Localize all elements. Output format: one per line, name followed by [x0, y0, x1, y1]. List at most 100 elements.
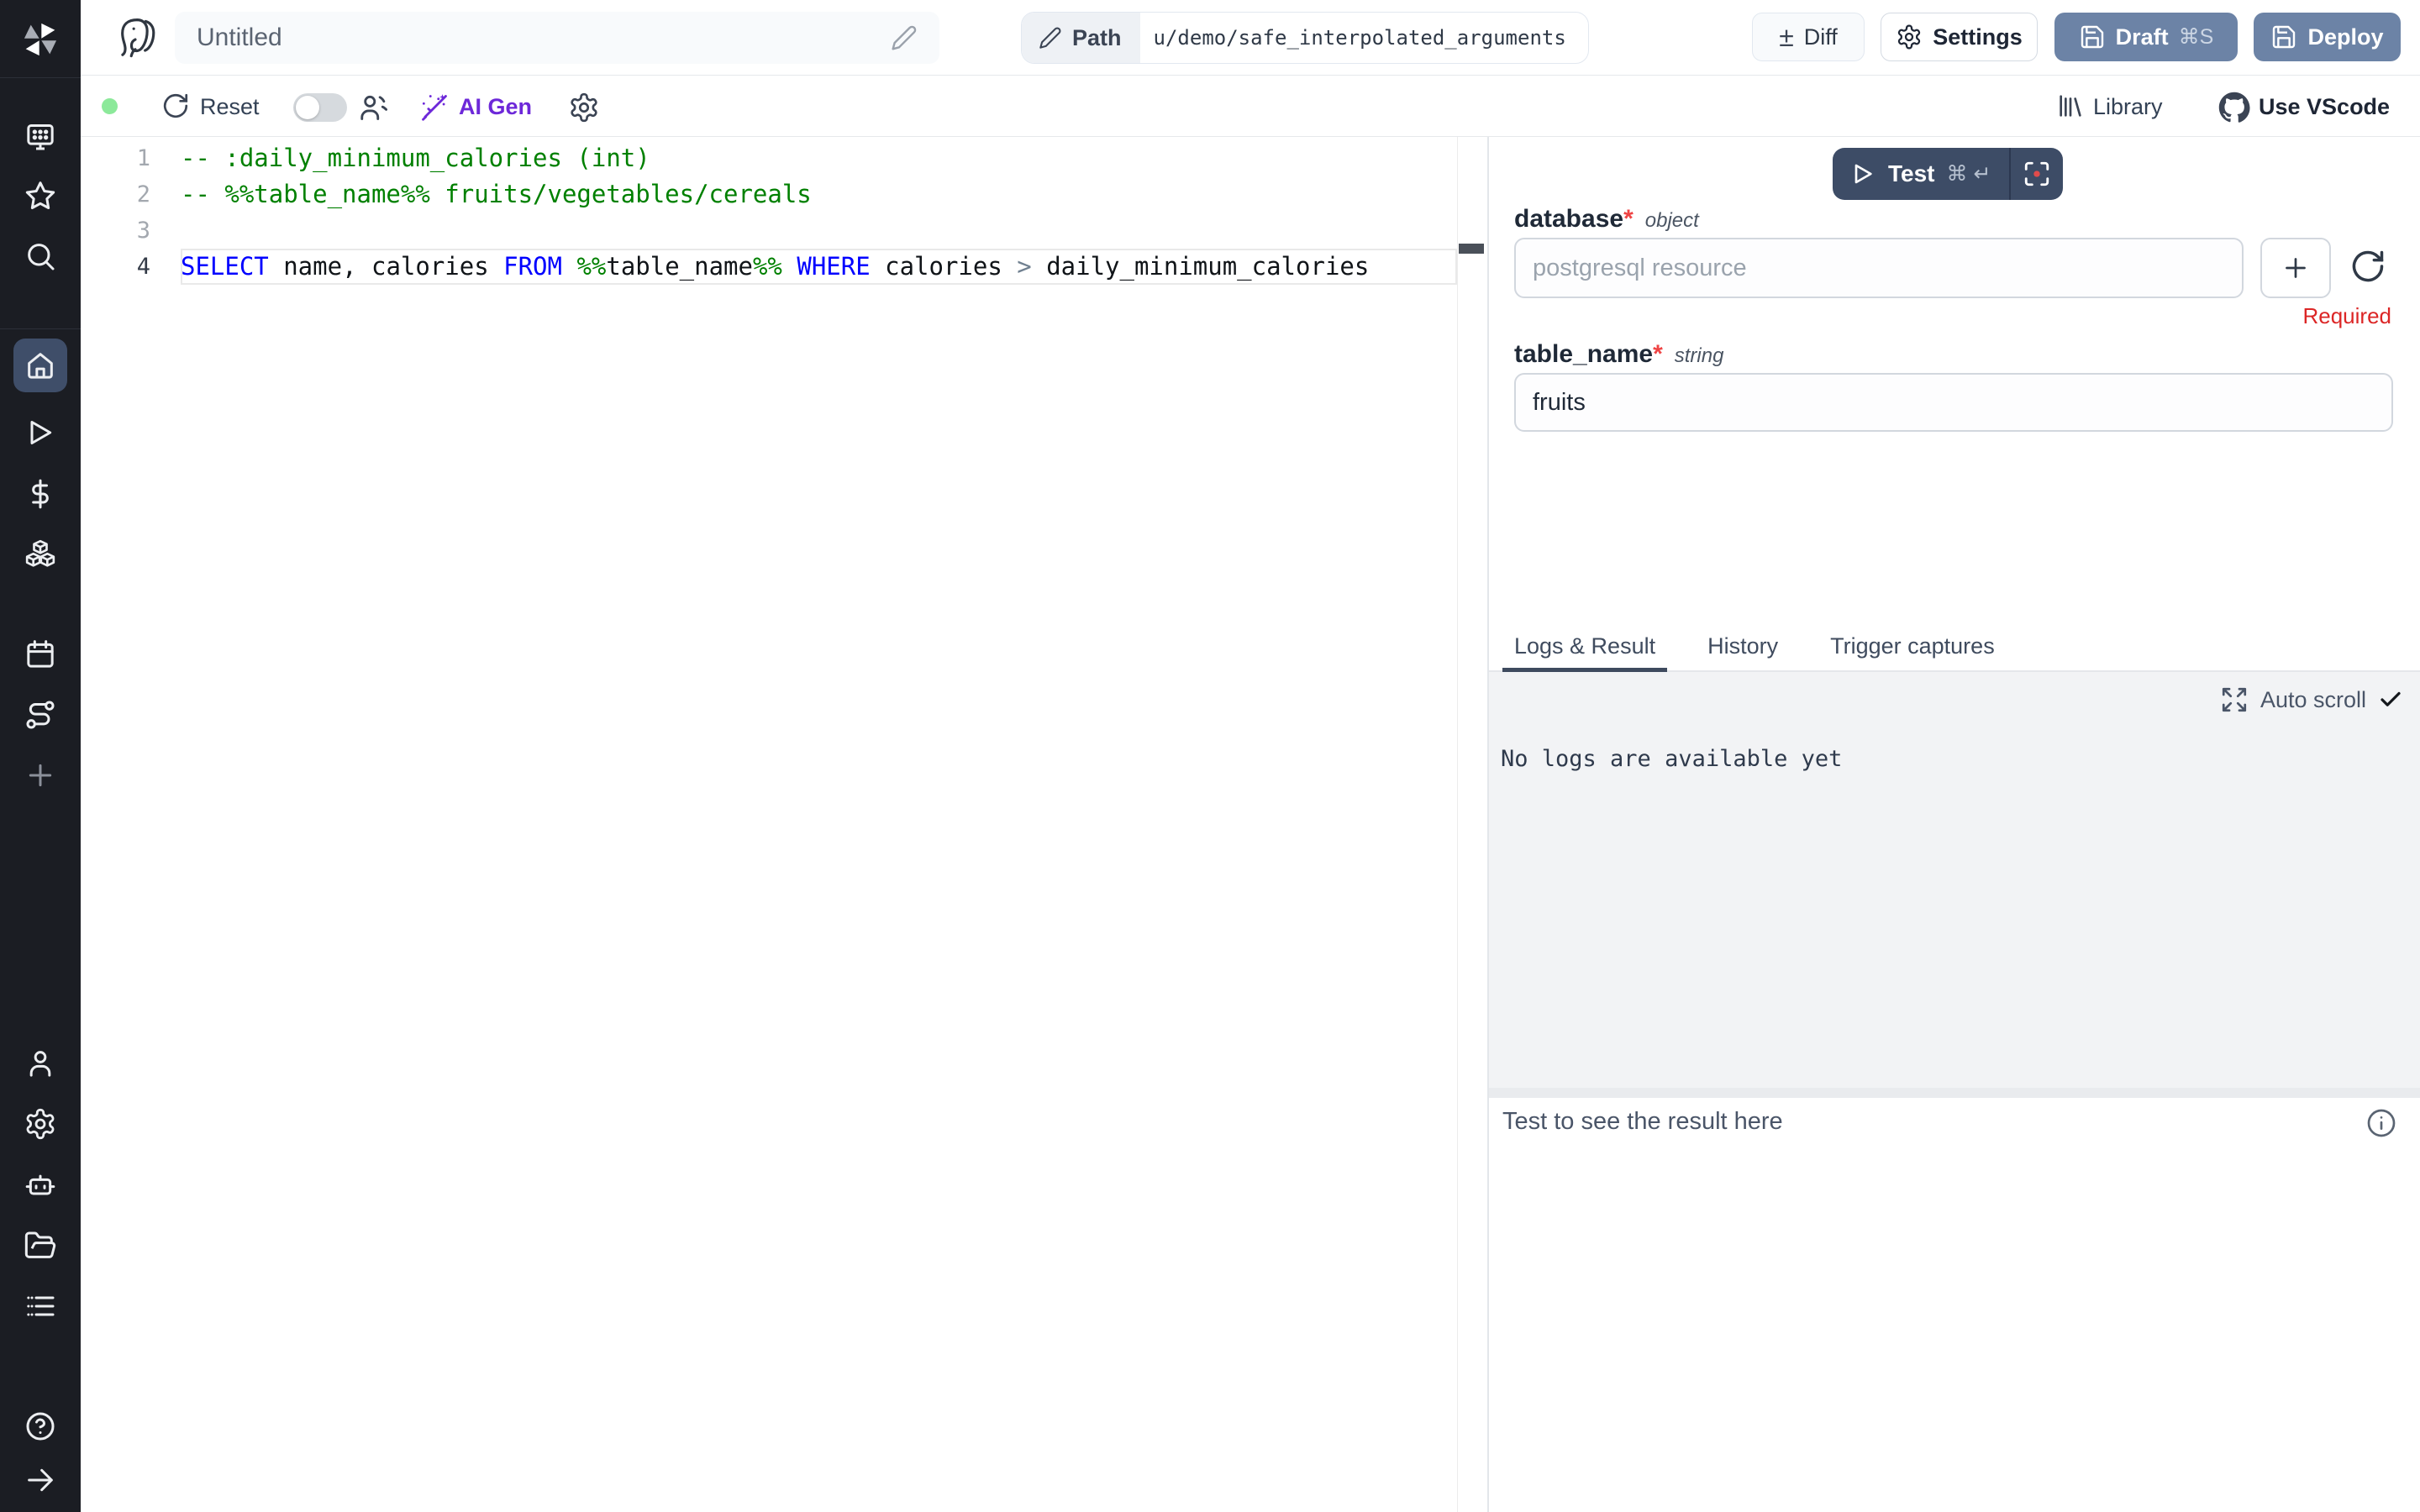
auto-scroll-label: Auto scroll — [2260, 687, 2366, 713]
refresh-resources-button[interactable] — [2349, 248, 2386, 285]
required-asterisk: * — [1653, 340, 1663, 368]
deploy-button[interactable]: Deploy — [2254, 13, 2401, 61]
info-icon[interactable] — [2365, 1106, 2398, 1140]
code-line[interactable]: -- :daily_minimum_calories (int) — [181, 140, 1457, 176]
use-vscode-button[interactable] — [2218, 92, 2250, 123]
sidebar-item-home[interactable] — [13, 339, 67, 392]
test-button[interactable]: Test ⌘ ↵ — [1833, 148, 2009, 200]
draft-shortcut: ⌘S — [2179, 24, 2214, 50]
add-resource-button[interactable] — [2260, 238, 2331, 298]
sidebar-item-workspace[interactable] — [13, 109, 67, 163]
editor-settings-button[interactable] — [568, 92, 600, 123]
library-button[interactable] — [2056, 92, 2085, 120]
code-line[interactable]: SELECT name, calories FROM %%table_name%… — [181, 249, 1457, 285]
line-number: 1 — [81, 140, 181, 176]
gear-icon — [24, 1107, 57, 1141]
status-dot — [102, 98, 118, 114]
ai-gen-label[interactable]: AI Gen — [459, 94, 532, 120]
sidebar-item-billing[interactable] — [13, 467, 67, 521]
home-icon — [24, 349, 57, 382]
editor-scrollbar[interactable] — [1457, 137, 1487, 1512]
diff-mode-toggle[interactable] — [293, 93, 347, 122]
dollar-icon — [24, 477, 57, 511]
edit-name-pencil-icon[interactable] — [891, 24, 918, 51]
field-type: string — [1675, 344, 1724, 368]
sidebar-item-expand[interactable] — [13, 1453, 67, 1507]
sidebar-item-routes[interactable] — [13, 688, 67, 742]
draft-button[interactable]: Draft ⌘S — [2054, 13, 2238, 61]
capture-test-button[interactable] — [2011, 148, 2063, 200]
sidebar-item-create[interactable] — [13, 748, 67, 802]
sidebar-item-workers[interactable] — [13, 1158, 67, 1212]
gear-icon — [568, 92, 600, 123]
library-label[interactable]: Library — [2093, 94, 2163, 120]
sidebar-item-audit[interactable] — [13, 1279, 67, 1333]
sidebar-item-favorites[interactable] — [13, 169, 67, 223]
script-name-input[interactable] — [197, 24, 891, 52]
logs-empty-message: No logs are available yet — [1501, 746, 1842, 772]
windmill-logo[interactable] — [13, 13, 67, 66]
arrow-right-icon — [24, 1463, 57, 1497]
code-line[interactable]: -- %%table_name%% fruits/vegetables/cere… — [181, 176, 1457, 213]
sidebar-item-help[interactable] — [13, 1399, 67, 1453]
star-icon — [24, 179, 57, 213]
sidebar-item-user[interactable] — [13, 1037, 67, 1090]
toggle-knob — [296, 96, 319, 119]
tab-logs-result[interactable]: Logs & Result — [1502, 622, 1667, 670]
editor-code[interactable]: -- :daily_minimum_calories (int)-- %%tab… — [181, 137, 1457, 285]
list-icon — [24, 1289, 57, 1323]
settings-button[interactable]: Settings — [1881, 13, 2038, 61]
panel-divider[interactable] — [1489, 1088, 2420, 1098]
line-number: 3 — [81, 213, 181, 249]
tab-history[interactable]: History — [1696, 622, 1790, 670]
code-editor[interactable]: 1234 -- :daily_minimum_calories (int)-- … — [81, 137, 1487, 1512]
play-icon — [24, 416, 57, 449]
path-label-section: Path — [1022, 13, 1140, 63]
diff-button[interactable]: ± Diff — [1752, 13, 1865, 61]
result-tabs: Logs & Result History Trigger captures — [1489, 622, 2420, 672]
database-input[interactable] — [1514, 238, 2244, 298]
postgresql-icon — [114, 15, 160, 60]
reset-label[interactable]: Reset — [200, 94, 260, 120]
main-area: Path u/demo/safe_interpolated_arguments … — [81, 0, 2420, 1512]
plus-icon — [2281, 253, 2311, 283]
test-shortcut: ⌘ ↵ — [1947, 161, 1991, 186]
expand-icon[interactable] — [2220, 685, 2249, 714]
user-icon — [24, 1047, 57, 1080]
path-field[interactable]: Path u/demo/safe_interpolated_arguments — [1021, 12, 1589, 64]
sidebar-item-search[interactable] — [13, 229, 67, 283]
table-name-field-label: table_name* string — [1514, 340, 1723, 369]
line-number: 4 — [81, 249, 181, 285]
plus-icon — [24, 759, 57, 792]
check-icon — [2378, 687, 2403, 712]
play-icon — [1849, 160, 1876, 187]
database-field-label: database* object — [1514, 205, 1699, 234]
reset-button[interactable] — [161, 92, 190, 120]
cursor-position-marker — [1459, 244, 1484, 254]
calendar-icon — [24, 638, 57, 671]
gear-icon — [1896, 24, 1923, 50]
editor-gutter: 1234 — [81, 137, 181, 285]
sidebar-item-settings[interactable] — [13, 1097, 67, 1151]
refresh-icon — [161, 92, 190, 120]
line-number: 2 — [81, 176, 181, 213]
wand-sparkles-icon — [418, 92, 450, 123]
auto-scroll-toggle[interactable]: Auto scroll — [2220, 685, 2403, 714]
sidebar-item-schedules[interactable] — [13, 627, 67, 681]
code-line[interactable] — [181, 213, 1457, 249]
content: 1234 -- :daily_minimum_calories (int)-- … — [81, 137, 2420, 1512]
path-label: Path — [1072, 25, 1122, 51]
sidebar-item-folders[interactable] — [13, 1219, 67, 1273]
script-name-box — [175, 12, 939, 64]
collaborators-button[interactable] — [358, 92, 390, 123]
table-name-input[interactable] — [1514, 373, 2393, 432]
tab-trigger-captures[interactable]: Trigger captures — [1818, 622, 2007, 670]
use-vscode-label[interactable]: Use VScode — [2259, 94, 2390, 120]
windmill-logo-icon — [18, 18, 62, 61]
sidebar-item-resources[interactable] — [13, 528, 67, 581]
result-panel: Test to see the result here — [1489, 1098, 2420, 1512]
ai-gen-button[interactable] — [418, 92, 450, 123]
sidebar-divider — [0, 328, 81, 329]
path-value: u/demo/safe_interpolated_arguments — [1140, 13, 1580, 63]
sidebar-item-runs[interactable] — [13, 406, 67, 459]
